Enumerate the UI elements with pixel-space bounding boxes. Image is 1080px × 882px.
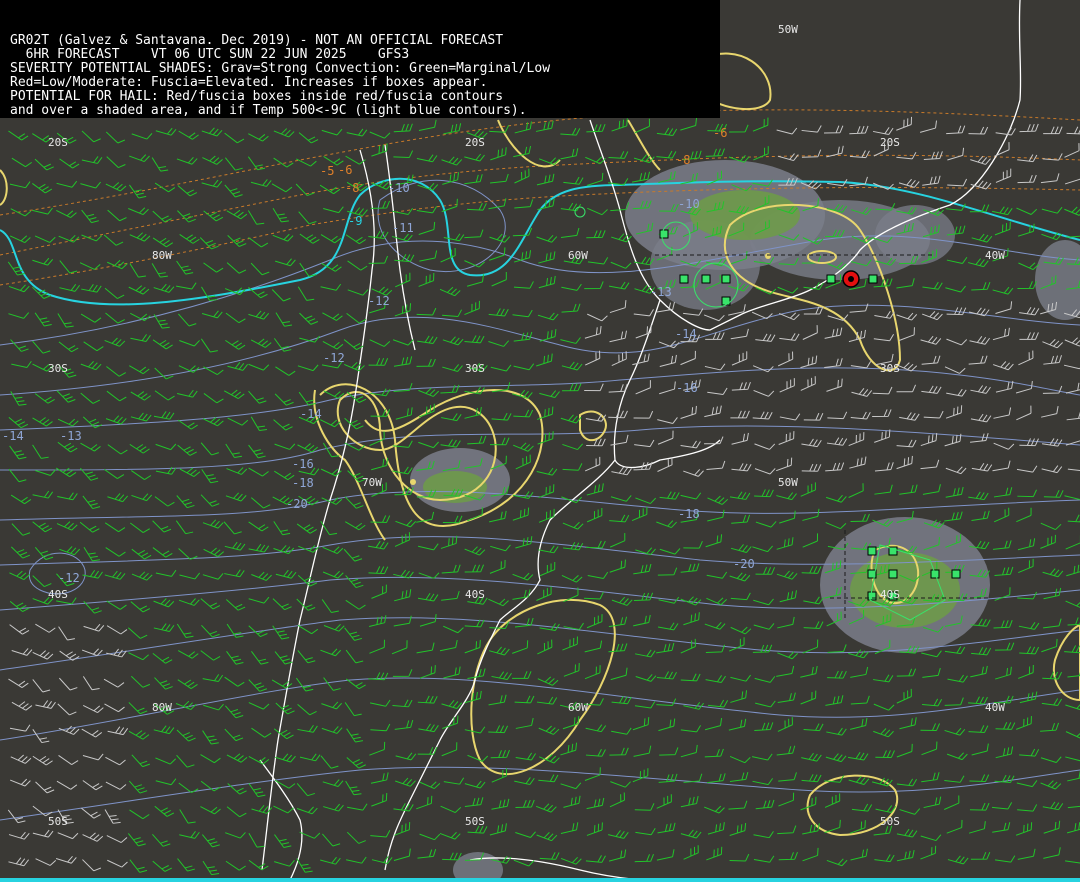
lon-label: 80W (152, 701, 172, 714)
bottom-border (0, 878, 1080, 882)
lat-label: 40S (48, 588, 68, 601)
conv-box (867, 546, 877, 556)
conv-box (888, 569, 898, 579)
header-severity-legend-2: Red=Low/Moderate: Fuscia=Elevated. Incre… (10, 75, 488, 90)
isotherm-label: -14 (675, 327, 697, 341)
lon-label: 40W (985, 701, 1005, 714)
lon-label: 50W (778, 476, 798, 489)
header-hail-legend-2: and over a shaded area, and if Temp 500<… (10, 103, 527, 118)
temp-label: -6 (338, 163, 352, 177)
conv-box (721, 296, 731, 306)
isotherm-label: -10 (388, 181, 410, 195)
conv-box (867, 591, 877, 601)
hail-marker-center (848, 276, 854, 282)
conv-box (679, 274, 689, 284)
lon-label: 80W (152, 249, 172, 262)
lat-label: 20S (48, 136, 68, 149)
lat-label: 50S (880, 815, 900, 828)
lat-label: 30S (880, 362, 900, 375)
lat-label: 50S (48, 815, 68, 828)
temp-label: -6 (713, 126, 727, 140)
isotherm-label: -12 (368, 294, 390, 308)
yellow-dot (765, 253, 771, 259)
isotherm-label: -18 (678, 507, 700, 521)
header-severity-legend: SEVERITY POTENTIAL SHADES: Grav=Strong C… (10, 61, 551, 76)
isotherm-label: -20 (733, 557, 755, 571)
conv-box (951, 569, 961, 579)
temp-label: -8 (676, 153, 690, 167)
isotherm-label: -12 (323, 351, 345, 365)
lon-label: 60W (568, 249, 588, 262)
lon-label: 50W (778, 23, 798, 36)
isotherm-label: -14 (300, 407, 322, 421)
isotherm-label: -20 (286, 497, 308, 511)
lon-label: 40W (985, 249, 1005, 262)
isotherm-label: -12 (58, 571, 80, 585)
temp-label: -5 (320, 164, 334, 178)
conv-box (721, 274, 731, 284)
lat-label: 30S (48, 362, 68, 375)
isotherm-label: -11 (392, 221, 414, 235)
conv-box (659, 229, 669, 239)
forecast-map: 20S 20S 20S 30S 30S 30S 40S 40S 40S 50S … (0, 0, 1080, 882)
forecast-header: GR02T (Galvez & Santavana. Dec 2019) - N… (0, 0, 720, 118)
header-hail-legend: POTENTIAL FOR HAIL: Red/fuscia boxes ins… (10, 89, 504, 104)
isotherm-label: -14 (2, 429, 24, 443)
isotherm-label: -13 (60, 429, 82, 443)
conv-box (701, 274, 711, 284)
shade-gray-3 (875, 205, 955, 265)
isotherm-label: -13 (650, 285, 672, 299)
lat-label: 20S (465, 136, 485, 149)
lat-label: 50S (465, 815, 485, 828)
cyan-label: -9 (348, 214, 362, 228)
lat-label: 40S (465, 588, 485, 601)
conv-box (868, 274, 878, 284)
lon-label: 70W (362, 476, 382, 489)
isotherm-label: -16 (292, 457, 314, 471)
isotherm-label: -18 (292, 476, 314, 490)
lat-label: 40S (880, 588, 900, 601)
isotherm-label: -10 (678, 197, 700, 211)
temp-label: -8 (345, 181, 359, 195)
isotherm-label: -16 (676, 381, 698, 395)
header-title: GR02T (Galvez & Santavana. Dec 2019) - N… (10, 33, 504, 48)
lon-label: 60W (568, 701, 588, 714)
lat-label: 20S (880, 136, 900, 149)
header-forecast-time: 6HR FORECAST VT 06 UTC SUN 22 JUN 2025 G… (10, 47, 410, 62)
lat-label: 30S (465, 362, 485, 375)
yellow-dot (410, 479, 416, 485)
conv-box (826, 274, 836, 284)
